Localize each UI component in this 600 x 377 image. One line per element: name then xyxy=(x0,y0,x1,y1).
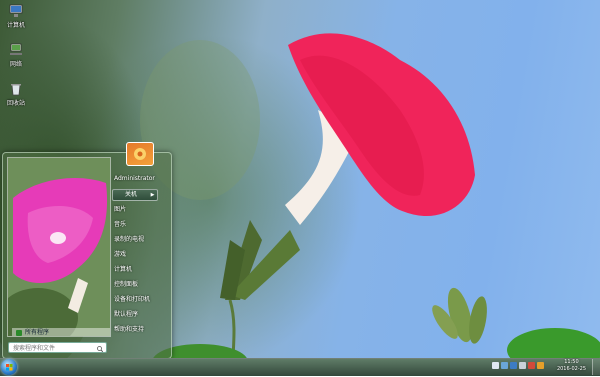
computer-icon xyxy=(9,4,23,18)
start-item-pictures[interactable]: 图片 xyxy=(114,204,126,213)
start-item-computer[interactable]: 计算机 xyxy=(114,264,132,273)
show-desktop-button[interactable] xyxy=(592,359,600,375)
volume-icon[interactable] xyxy=(519,362,526,369)
windows-logo-icon xyxy=(6,364,13,371)
start-menu: 所有程序 搜索程序和文件 xyxy=(2,152,172,359)
start-item-control-panel[interactable]: 控制面板 xyxy=(114,279,138,288)
notification-icon[interactable] xyxy=(537,362,544,369)
desktop-icon-label: 网络 xyxy=(9,61,22,68)
desktop-icon-network[interactable]: 网络 xyxy=(1,43,31,68)
network-icon xyxy=(9,43,23,57)
keyboard-icon[interactable] xyxy=(501,362,508,369)
all-programs-label: 所有程序 xyxy=(25,329,50,336)
start-item-user[interactable]: Administrator xyxy=(114,175,155,182)
start-item-default-programs[interactable]: 默认程序 xyxy=(114,309,138,318)
shutdown-button[interactable]: 关机 xyxy=(112,189,150,201)
start-search-input[interactable]: 搜索程序和文件 xyxy=(8,342,107,353)
clock-time: 11:50 xyxy=(564,359,579,365)
start-button[interactable] xyxy=(1,359,17,375)
user-account-picture[interactable] xyxy=(126,142,154,166)
start-item-games[interactable]: 游戏 xyxy=(114,249,126,258)
language-icon[interactable] xyxy=(492,362,499,369)
all-programs-button[interactable]: 所有程序 xyxy=(12,328,110,336)
search-placeholder: 搜索程序和文件 xyxy=(13,345,56,352)
taskbar-clock[interactable]: 11:50 2016-02-25 xyxy=(557,359,586,373)
start-item-music[interactable]: 音乐 xyxy=(114,219,126,228)
arrow-right-icon xyxy=(16,329,22,336)
pane-flower-image xyxy=(8,158,110,336)
chevron-right-icon: ▶ xyxy=(150,192,155,198)
security-icon[interactable] xyxy=(528,362,535,369)
search-icon xyxy=(97,345,104,356)
flower-avatar-icon xyxy=(134,148,146,160)
start-item-help-support[interactable]: 帮助和支持 xyxy=(114,324,144,333)
desktop-icon-label: 计算机 xyxy=(6,22,25,29)
desktop-icon-label: 回收站 xyxy=(6,100,25,107)
recycle-bin-icon xyxy=(9,82,23,96)
network-tray-icon[interactable] xyxy=(510,362,517,369)
shutdown-options-button[interactable]: ▶ xyxy=(148,189,158,201)
desktop-icon-recycle-bin[interactable]: 回收站 xyxy=(1,82,31,107)
start-item-recorded-tv[interactable]: 录制的电视 xyxy=(114,234,144,243)
clock-date: 2016-02-25 xyxy=(556,366,586,372)
start-item-devices-printers[interactable]: 设备和打印机 xyxy=(114,294,150,303)
start-menu-programs-pane: 所有程序 xyxy=(7,157,111,337)
desktop-icon-computer[interactable]: 计算机 xyxy=(1,4,31,29)
